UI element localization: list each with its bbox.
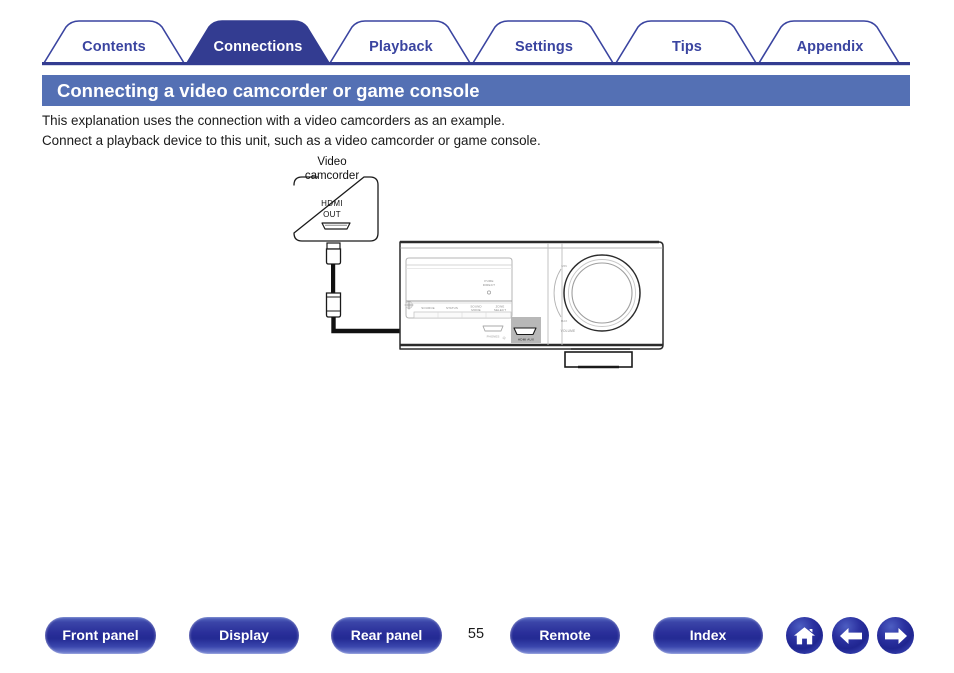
receiver-stand	[564, 348, 633, 369]
tab-contents[interactable]	[49, 18, 179, 62]
av-receiver: PURE DIRECT SOURCE STATUS SOUND MODE ZON…	[399, 240, 664, 369]
svg-text:MIN: MIN	[561, 264, 567, 268]
tab-appendix[interactable]	[765, 18, 895, 62]
camcorder-caption-line-1: Video	[317, 156, 347, 168]
svg-text:HDMI AUX: HDMI AUX	[518, 338, 534, 342]
intro-line-1: This explanation uses the connection wit…	[42, 113, 505, 128]
camcorder-caption-line-2: camcorder	[304, 169, 360, 182]
home-button[interactable]	[786, 617, 823, 654]
page-number: 55	[467, 626, 485, 642]
camcorder-hdmi-port-icon	[321, 222, 351, 230]
nav-button-index[interactable]: Index	[653, 617, 763, 654]
nav-button-remote[interactable]: Remote	[510, 617, 620, 654]
svg-text:SOURCE: SOURCE	[421, 306, 434, 310]
camcorder-port-label: HDMI OUT	[287, 199, 377, 220]
svg-text:SELECT: SELECT	[494, 308, 506, 312]
svg-text:DIRECT: DIRECT	[483, 283, 495, 287]
camcorder-port-label-line-2: OUT	[323, 209, 341, 219]
tab-playback[interactable]	[336, 18, 466, 62]
svg-text:PHONES: PHONES	[487, 335, 500, 339]
tab-connections[interactable]	[191, 18, 326, 62]
home-icon	[794, 626, 815, 644]
tab-bar-baseline	[42, 62, 910, 66]
page-title: Connecting a video camcorder or game con…	[42, 75, 910, 106]
svg-text:♾: ♾	[502, 336, 506, 341]
svg-text:STATUS: STATUS	[446, 306, 458, 310]
bottom-navigation: Front panel Display Rear panel 55 Remote…	[0, 617, 954, 657]
volume-knob	[563, 254, 641, 332]
camcorder-caption: Video camcorder	[272, 156, 392, 183]
nav-button-display[interactable]: Display	[189, 617, 299, 654]
back-button[interactable]	[832, 617, 869, 654]
tab-settings[interactable]	[479, 18, 609, 62]
camcorder-port-label-line-1: HDMI	[321, 199, 343, 208]
arrow-left-icon	[839, 627, 862, 644]
nav-button-rear-panel[interactable]: Rear panel	[331, 617, 442, 654]
svg-text:MAX: MAX	[561, 319, 568, 323]
top-tab-bar: Contents Connections Playback Settings T…	[42, 16, 910, 66]
arrow-right-icon	[884, 627, 907, 644]
tab-tips[interactable]	[622, 18, 752, 62]
hdmi-aux-port: HDMI AUX	[511, 317, 541, 343]
nav-button-front-panel[interactable]: Front panel	[45, 617, 156, 654]
forward-button[interactable]	[877, 617, 914, 654]
svg-text:VOLUME: VOLUME	[561, 329, 576, 333]
svg-text:MODE: MODE	[471, 308, 480, 312]
